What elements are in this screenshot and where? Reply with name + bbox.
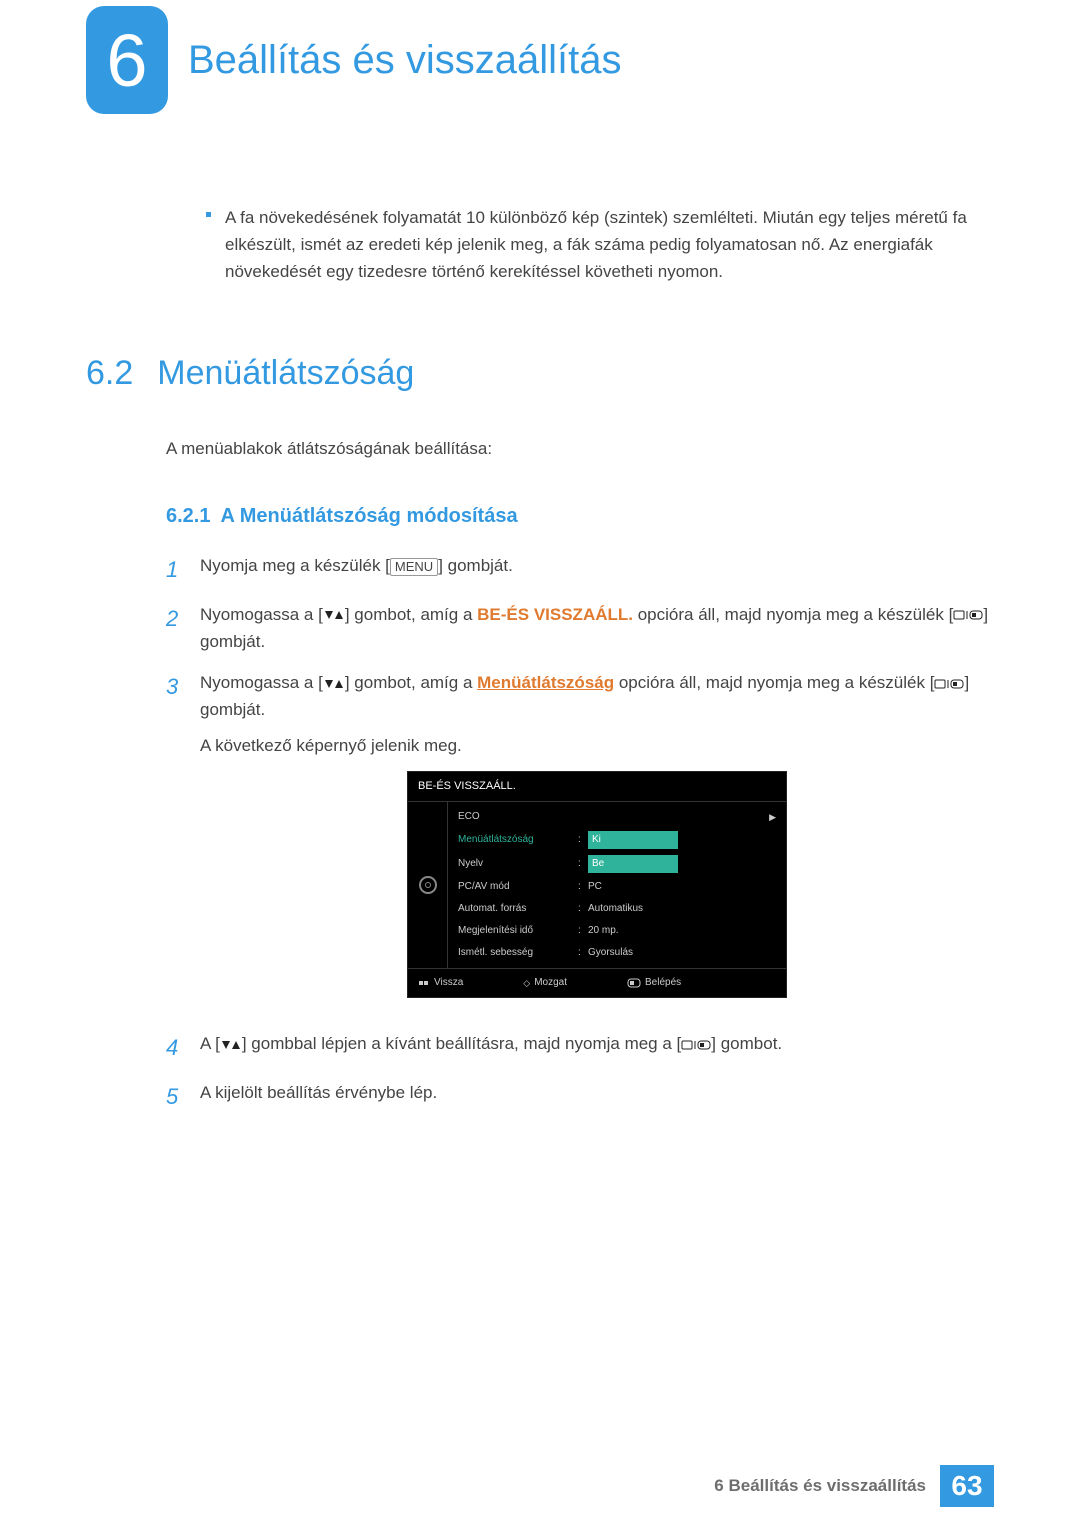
osd-label-repeat: Ismétl. sebesség: [458, 945, 578, 961]
step-3: 3 Nyomogassa a [ ] gombot, amíg a Menüátl…: [166, 669, 994, 1016]
osd-row-eco: ECO ▶: [448, 806, 786, 828]
osd-val-autosrc: Automatikus: [588, 901, 776, 917]
section-number: 6.2: [86, 354, 133, 393]
osd-val-transparency-off: Ki: [588, 831, 678, 849]
source-enter-icon: [934, 678, 964, 690]
osd-row-language: Nyelv : Be: [448, 852, 786, 876]
osd-label-eco: ECO: [458, 809, 578, 825]
step-3-text-c: opcióra áll, majd nyomja meg a készülék …: [614, 673, 934, 692]
chapter-number-badge: 6: [86, 6, 168, 114]
osd-label-autosrc: Automat. forrás: [458, 901, 578, 917]
osd-footer: Vissza ◇Mozgat Belépés: [408, 968, 786, 997]
step-5: 5 A kijelölt beállítás érvénybe lép.: [166, 1079, 994, 1114]
chevron-right-icon: ▶: [769, 810, 776, 824]
step-3-text-a: Nyomogassa a [: [200, 673, 323, 692]
subsection-6-2-1: 6.2.1 A Menüátlátszóság módosítása: [166, 505, 994, 528]
osd-row-autosrc: Automat. forrás : Automatikus: [448, 898, 786, 920]
step-4-text-b: ] gombbal lépjen a kívánt beállításra, m…: [242, 1034, 681, 1053]
section-6-2: 6.2 Menüátlátszóság: [86, 354, 994, 393]
step-3-option: Menüátlátszóság: [477, 673, 614, 692]
step-1-text-b: ] gombját.: [438, 556, 513, 575]
osd-footer-enter: Belépés: [627, 975, 681, 991]
step-2-text-b: ] gombot, amíg a: [345, 605, 477, 624]
page-footer: 6 Beállítás és visszaállítás 63: [0, 1465, 1080, 1507]
menu-key-icon: MENU: [390, 558, 438, 577]
step-2: 2 Nyomogassa a [ ] gombot, amíg a BE-ÉS V…: [166, 601, 994, 655]
step-1: 1 Nyomja meg a készülék [MENU] gombját.: [166, 552, 994, 587]
step-2-option: BE-ÉS VISSZAÁLL.: [477, 605, 633, 624]
step-3-text-b: ] gombot, amíg a: [345, 673, 477, 692]
osd-row-pcav: PC/AV mód : PC: [448, 876, 786, 898]
osd-val-transparency-on: Be: [588, 855, 678, 873]
step-number: 2: [166, 601, 186, 655]
step-4-text-a: A [: [200, 1034, 220, 1053]
osd-val-disptime: 20 mp.: [588, 923, 776, 939]
osd-label-disptime: Megjelenítési idő: [458, 923, 578, 939]
step-2-text-c: opcióra áll, majd nyomja meg a készülék …: [633, 605, 953, 624]
osd-row-repeat: Ismétl. sebesség : Gyorsulás: [448, 942, 786, 964]
down-up-arrow-icon: [220, 1039, 242, 1051]
intro-bullet: A fa növekedésének folyamatát 10 különbö…: [206, 204, 994, 286]
osd-label-transparency: Menüátlátszóság: [458, 832, 578, 848]
step-1-text-a: Nyomja meg a készülék [: [200, 556, 390, 575]
osd-label-language: Nyelv: [458, 856, 578, 872]
gear-icon: [419, 876, 437, 894]
footer-chapter-label: 6 Beállítás és visszaállítás: [714, 1476, 926, 1496]
source-enter-icon: [953, 609, 983, 621]
step-number: 5: [166, 1079, 186, 1114]
osd-category-icon-column: [408, 802, 448, 968]
page-number: 63: [940, 1465, 994, 1507]
step-number: 4: [166, 1030, 186, 1065]
back-icon: [418, 978, 430, 988]
osd-panel: BE-ÉS VISSZAÁLL. ECO ▶ Menüátlátszóság: [407, 771, 787, 999]
bullet-icon: [206, 212, 211, 217]
section-title: Menüátlátszóság: [157, 354, 414, 392]
osd-footer-back: Vissza: [418, 975, 463, 991]
chapter-header: 6 Beállítás és visszaállítás: [86, 6, 994, 114]
chapter-title: Beállítás és visszaállítás: [188, 38, 622, 83]
source-enter-icon: [681, 1039, 711, 1051]
step-4: 4 A [ ] gombbal lépjen a kívánt beállítás…: [166, 1030, 994, 1065]
step-5-text: A kijelölt beállítás érvénybe lép.: [200, 1079, 994, 1114]
osd-label-pcav: PC/AV mód: [458, 879, 578, 895]
osd-row-disptime: Megjelenítési idő : 20 mp.: [448, 920, 786, 942]
step-number: 3: [166, 669, 186, 1016]
section-intro: A menüablakok átlátszóságának beállítása…: [166, 439, 994, 459]
osd-footer-move: ◇Mozgat: [523, 975, 567, 991]
subsection-number: 6.2.1: [166, 505, 210, 527]
osd-title: BE-ÉS VISSZAÁLL.: [408, 772, 786, 803]
intro-bullet-text: A fa növekedésének folyamatát 10 különbö…: [225, 204, 994, 286]
down-up-arrow-icon: [323, 678, 345, 690]
step-4-text-c: ] gombot.: [711, 1034, 782, 1053]
step-number: 1: [166, 552, 186, 587]
step-3-text-e: A következő képernyő jelenik meg.: [200, 732, 994, 759]
step-2-text-a: Nyomogassa a [: [200, 605, 323, 624]
up-down-icon: ◇: [523, 976, 530, 990]
down-up-arrow-icon: [323, 609, 345, 621]
enter-icon: [627, 978, 641, 988]
osd-val-repeat: Gyorsulás: [588, 945, 776, 961]
osd-val-pcav: PC: [588, 879, 776, 895]
subsection-title: A Menüátlátszóság módosítása: [220, 505, 517, 527]
osd-row-transparency: Menüátlátszóság : Ki: [448, 828, 786, 852]
